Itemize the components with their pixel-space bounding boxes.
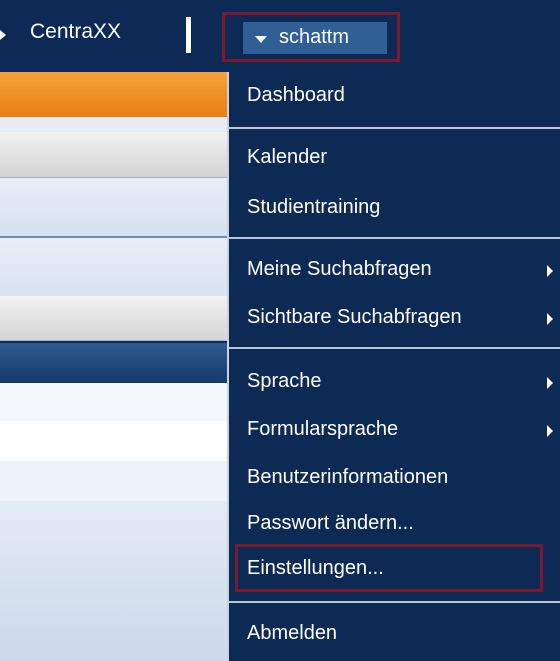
menu-divider bbox=[229, 127, 560, 129]
user-name: schattm bbox=[279, 26, 350, 48]
user-dropdown-menu: Dashboard Kalender Studientraining Meine… bbox=[227, 72, 560, 661]
chevron-down-icon bbox=[255, 36, 267, 43]
menu-item-sprache[interactable]: Sprache bbox=[229, 362, 560, 402]
user-menu-highlight: schattm bbox=[222, 12, 400, 62]
menu-item-kalender[interactable]: Kalender bbox=[229, 138, 560, 178]
submenu-arrow-icon bbox=[547, 265, 553, 277]
top-navigation-bar: CentraXX schattm bbox=[0, 0, 560, 72]
page-row bbox=[0, 383, 227, 421]
page-toolbar-strip bbox=[0, 132, 227, 178]
menu-item-benutzerinformationen[interactable]: Benutzerinformationen bbox=[229, 458, 560, 498]
menu-item-studientraining[interactable]: Studientraining bbox=[229, 188, 560, 228]
menu-item-formularsprache[interactable]: Formularsprache bbox=[229, 410, 560, 450]
triangle-right-icon bbox=[0, 30, 6, 40]
menu-divider bbox=[229, 601, 560, 603]
menu-item-label: Sichtbare Suchabfragen bbox=[247, 306, 462, 328]
app-name-link[interactable]: CentraXX bbox=[30, 20, 121, 44]
menu-item-label: Benutzerinformationen bbox=[247, 466, 449, 488]
separator bbox=[186, 17, 191, 53]
page-row bbox=[0, 238, 227, 296]
menu-divider bbox=[229, 347, 560, 349]
menu-item-dashboard[interactable]: Dashboard bbox=[229, 76, 560, 116]
page-row bbox=[0, 461, 227, 501]
menu-item-label: Passwort ändern... bbox=[247, 512, 414, 534]
menu-item-label: Sprache bbox=[247, 370, 322, 392]
menu-item-label: Abmelden bbox=[247, 622, 338, 644]
menu-item-label: Kalender bbox=[247, 146, 328, 168]
page-row bbox=[0, 178, 227, 238]
einstellungen-highlight-box bbox=[235, 544, 543, 592]
submenu-arrow-icon bbox=[547, 313, 553, 325]
user-menu-button[interactable]: schattm bbox=[243, 22, 387, 54]
page-section-header bbox=[0, 343, 227, 383]
menu-item-label: Meine Suchabfragen bbox=[247, 258, 432, 280]
menu-item-abmelden[interactable]: Abmelden bbox=[229, 614, 560, 654]
menu-item-sichtbare-suchabfragen[interactable]: Sichtbare Suchabfragen bbox=[229, 298, 560, 338]
menu-divider bbox=[229, 237, 560, 239]
menu-item-label: Studientraining bbox=[247, 196, 381, 218]
menu-item-passwort-aendern[interactable]: Passwort ändern... bbox=[229, 504, 560, 544]
menu-item-label: Dashboard bbox=[247, 84, 345, 106]
page-row bbox=[0, 421, 227, 461]
submenu-arrow-icon bbox=[547, 377, 553, 389]
page-spacer bbox=[0, 117, 227, 132]
page-content-area bbox=[0, 501, 227, 661]
menu-item-meine-suchabfragen[interactable]: Meine Suchabfragen bbox=[229, 250, 560, 290]
page-header-strip bbox=[0, 72, 227, 117]
submenu-arrow-icon bbox=[547, 425, 553, 437]
page-toolbar-strip bbox=[0, 296, 227, 341]
menu-item-label: Formularsprache bbox=[247, 418, 399, 440]
